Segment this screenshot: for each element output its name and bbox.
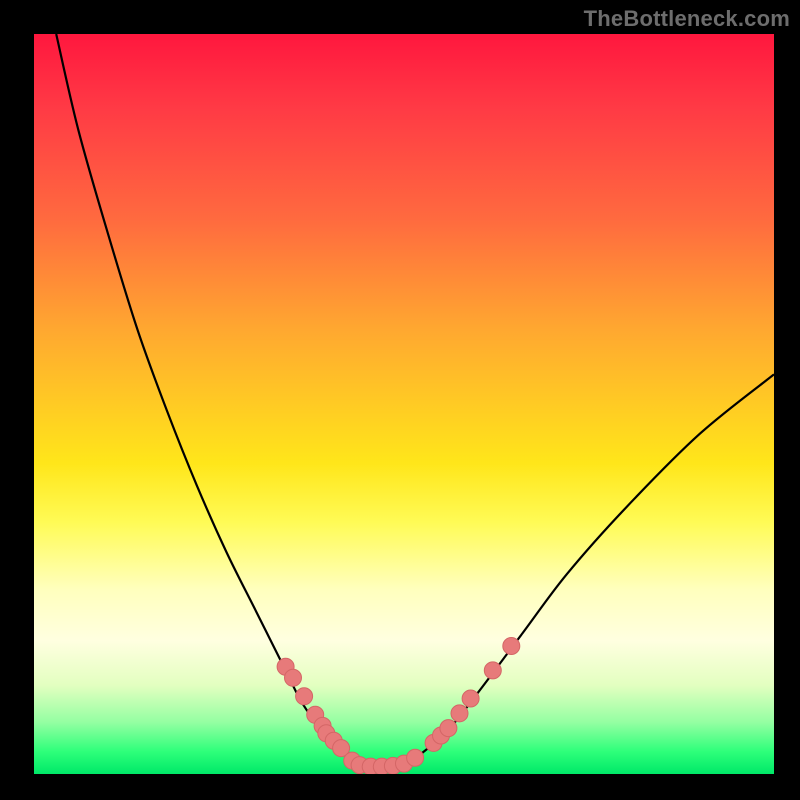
data-marker xyxy=(285,669,302,686)
data-marker xyxy=(484,662,501,679)
data-markers xyxy=(277,637,520,774)
data-marker xyxy=(440,720,457,737)
data-marker xyxy=(462,690,479,707)
watermark-text: TheBottleneck.com xyxy=(584,6,790,32)
data-marker xyxy=(407,749,424,766)
chart-svg xyxy=(34,34,774,774)
chart-frame: TheBottleneck.com xyxy=(0,0,800,800)
plot-area xyxy=(34,34,774,774)
bottleneck-curve xyxy=(56,34,774,767)
data-marker xyxy=(296,688,313,705)
data-marker xyxy=(451,705,468,722)
data-marker xyxy=(503,637,520,654)
